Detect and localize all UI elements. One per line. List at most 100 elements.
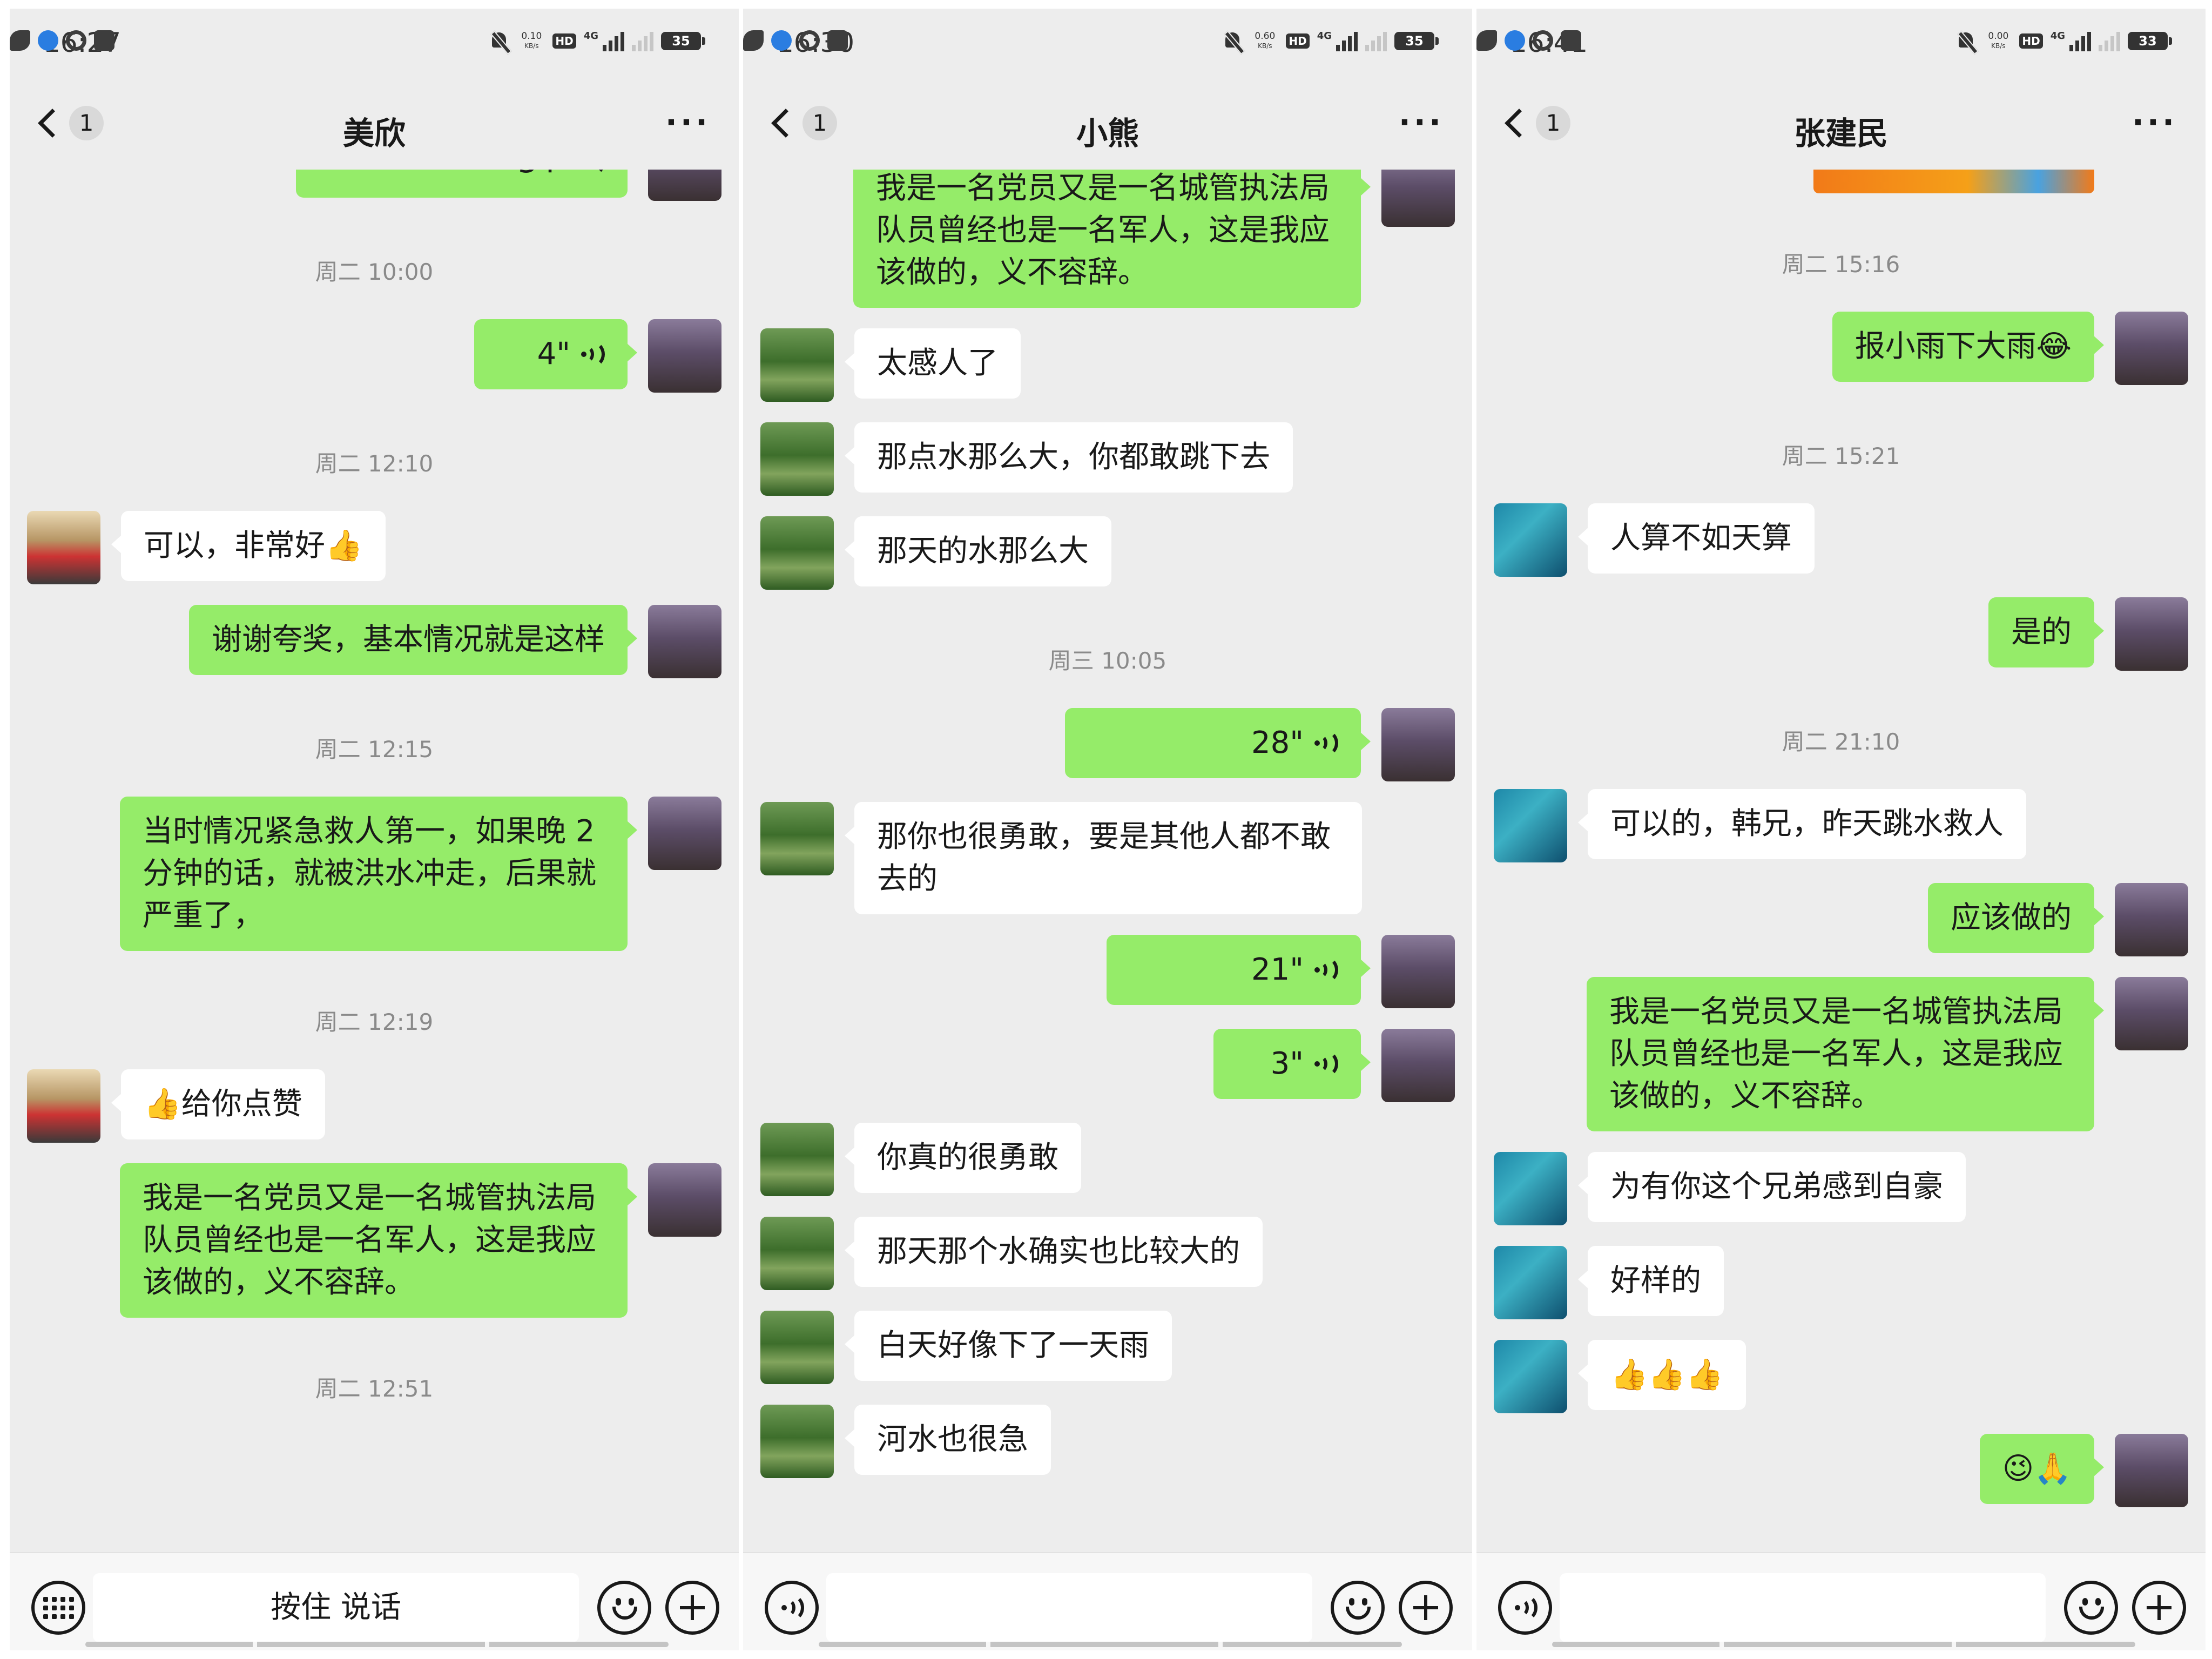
- contact-avatar[interactable]: [760, 1217, 834, 1290]
- my-avatar[interactable]: [2115, 312, 2188, 385]
- text-bubble[interactable]: 👍给你点赞: [111, 1069, 325, 1139]
- emoji-button[interactable]: [597, 1581, 651, 1635]
- contact-avatar[interactable]: [760, 1311, 834, 1384]
- input-bar: [743, 1552, 1472, 1650]
- text-bubble[interactable]: 是的: [1988, 597, 2104, 667]
- text-bubble[interactable]: 你真的很勇敢: [845, 1123, 1081, 1193]
- plus-icon: [1424, 1595, 1427, 1620]
- more-options-button[interactable]: ···: [1399, 106, 1444, 138]
- hold-to-talk-button[interactable]: 按住 说话: [93, 1573, 579, 1642]
- my-avatar[interactable]: [1381, 170, 1455, 227]
- message-list[interactable]: 周二 15:16 报小雨下大雨😂 周二 15:21 人算不如天算 是的 周二 21:10 可…: [1476, 170, 2206, 1552]
- text-bubble[interactable]: 那你也很勇敢，要是其他人都不敢去的: [845, 802, 1362, 914]
- text-bubble[interactable]: 白天好像下了一天雨: [845, 1311, 1172, 1381]
- received-message: 👍给你点赞: [10, 1069, 739, 1143]
- my-avatar[interactable]: [2115, 883, 2188, 956]
- text-bubble[interactable]: 可以的，韩兄，昨天跳水救人: [1578, 789, 2026, 859]
- app-notification-icon: [743, 30, 764, 51]
- received-message: 好样的: [1476, 1246, 2206, 1319]
- image-message[interactable]: [1813, 170, 2094, 193]
- message-input[interactable]: [1560, 1573, 2046, 1642]
- text-bubble[interactable]: 那天的水那么大: [845, 516, 1111, 586]
- message-input[interactable]: [826, 1573, 1312, 1642]
- message-text: 应该做的: [1951, 900, 2072, 935]
- contact-avatar[interactable]: [760, 516, 834, 590]
- message-list[interactable]: 34" 周二 10:00 4" 周二 12:10 可以，非常好👍 谢谢夸奖，基本情况就是这…: [10, 170, 739, 1552]
- notification-icons: [10, 30, 122, 51]
- chat-header: 1 美欣 ···: [10, 79, 739, 170]
- sent-message: 当时情况紧急救人第一，如果晚 2 分钟的话，就被洪水冲走，后果就严重了，: [10, 797, 739, 951]
- my-avatar[interactable]: [1381, 935, 1455, 1008]
- contact-avatar[interactable]: [1494, 789, 1567, 862]
- contact-avatar[interactable]: [760, 802, 834, 875]
- contact-avatar[interactable]: [27, 1069, 100, 1143]
- voice-message[interactable]: 3": [1213, 1029, 1371, 1099]
- text-bubble[interactable]: 😉🙏: [1979, 1434, 2105, 1504]
- notification-icons: [1476, 30, 1589, 51]
- voice-message[interactable]: 28": [1065, 708, 1371, 778]
- voice-message[interactable]: 34": [296, 170, 637, 198]
- my-avatar[interactable]: [2115, 1434, 2188, 1507]
- network-speed: 0.10 KB/s: [518, 31, 545, 51]
- text-bubble[interactable]: 谢谢夸奖，基本情况就是这样: [189, 605, 637, 675]
- more-functions-button[interactable]: [665, 1581, 719, 1635]
- home-indicator[interactable]: [85, 1642, 669, 1647]
- voice-toggle-button[interactable]: [1498, 1581, 1552, 1635]
- contact-avatar[interactable]: [760, 328, 834, 402]
- emoji-button[interactable]: [1331, 1581, 1385, 1635]
- my-avatar[interactable]: [648, 170, 721, 201]
- timestamp: 周二 12:51: [315, 1375, 434, 1402]
- contact-avatar[interactable]: [760, 1123, 834, 1196]
- text-bubble[interactable]: 河水也很急: [845, 1405, 1051, 1475]
- my-avatar[interactable]: [2115, 597, 2188, 671]
- text-bubble[interactable]: 那点水那么大，你都敢跳下去: [845, 422, 1293, 493]
- my-avatar[interactable]: [648, 319, 721, 393]
- my-avatar[interactable]: [1381, 708, 1455, 781]
- input-bar: 按住 说话: [10, 1552, 739, 1650]
- text-bubble[interactable]: 可以，非常好👍: [111, 511, 386, 581]
- contact-avatar[interactable]: [1494, 1340, 1567, 1413]
- text-bubble[interactable]: 我是一名党员又是一名城管执法局队员曾经也是一名军人，这是我应该做的，义不容辞。: [1587, 977, 2104, 1131]
- chat-title: 美欣: [342, 115, 406, 152]
- more-functions-button[interactable]: [2132, 1581, 2186, 1635]
- home-indicator[interactable]: [1552, 1642, 2135, 1647]
- text-bubble[interactable]: 当时情况紧急救人第一，如果晚 2 分钟的话，就被洪水冲走，后果就严重了，: [120, 797, 637, 951]
- emoji-button[interactable]: [2064, 1581, 2118, 1635]
- my-avatar[interactable]: [2115, 977, 2188, 1050]
- contact-avatar[interactable]: [1494, 503, 1567, 577]
- home-indicator[interactable]: [819, 1642, 1402, 1647]
- contact-avatar[interactable]: [760, 1405, 834, 1478]
- sent-message: 我是一名党员又是一名城管执法局队员曾经也是一名军人，这是我应该做的，义不容辞。: [10, 1163, 739, 1318]
- text-bubble[interactable]: 人算不如天算: [1578, 503, 1815, 574]
- contact-avatar[interactable]: [1494, 1246, 1567, 1319]
- keyboard-toggle-button[interactable]: [31, 1581, 85, 1635]
- text-bubble[interactable]: 报小雨下大雨😂: [1832, 312, 2105, 382]
- contact-avatar[interactable]: [27, 511, 100, 584]
- message-list[interactable]: 我是一名党员又是一名城管执法局队员曾经也是一名军人，这是我应该做的，义不容辞。太…: [743, 170, 1472, 1552]
- system-status: 0.60 KB/s HD 4G 35: [1222, 30, 1439, 52]
- received-message: 人算不如天算: [1476, 503, 2206, 577]
- text-bubble[interactable]: 👍👍👍: [1577, 1340, 1746, 1410]
- app-notification-icon: [1561, 30, 1581, 51]
- text-bubble[interactable]: 应该做的: [1928, 883, 2104, 953]
- text-bubble[interactable]: 为有你这个兄弟感到自豪: [1578, 1152, 1966, 1222]
- my-avatar[interactable]: [648, 797, 721, 870]
- contact-avatar[interactable]: [760, 422, 834, 496]
- voice-message[interactable]: 4": [474, 319, 637, 389]
- text-bubble[interactable]: 太感人了: [845, 328, 1021, 399]
- message-text: 那天的水那么大: [877, 534, 1089, 569]
- my-avatar[interactable]: [648, 1163, 721, 1237]
- text-bubble[interactable]: 我是一名党员又是一名城管执法局队员曾经也是一名军人，这是我应该做的，义不容辞。: [853, 170, 1371, 308]
- voice-message[interactable]: 21": [1107, 935, 1371, 1005]
- my-avatar[interactable]: [1381, 1029, 1455, 1102]
- voice-toggle-button[interactable]: [765, 1581, 819, 1635]
- text-bubble[interactable]: 我是一名党员又是一名城管执法局队员曾经也是一名军人，这是我应该做的，义不容辞。: [120, 1163, 637, 1318]
- contact-avatar[interactable]: [1494, 1152, 1567, 1225]
- my-avatar[interactable]: [648, 605, 721, 678]
- text-bubble[interactable]: 好样的: [1578, 1246, 1724, 1316]
- more-options-button[interactable]: ···: [665, 106, 711, 138]
- more-options-button[interactable]: ···: [2132, 106, 2177, 138]
- text-bubble[interactable]: 那天那个水确实也比较大的: [845, 1217, 1263, 1287]
- message-text: 为有你这个兄弟感到自豪: [1610, 1169, 1943, 1204]
- more-functions-button[interactable]: [1399, 1581, 1453, 1635]
